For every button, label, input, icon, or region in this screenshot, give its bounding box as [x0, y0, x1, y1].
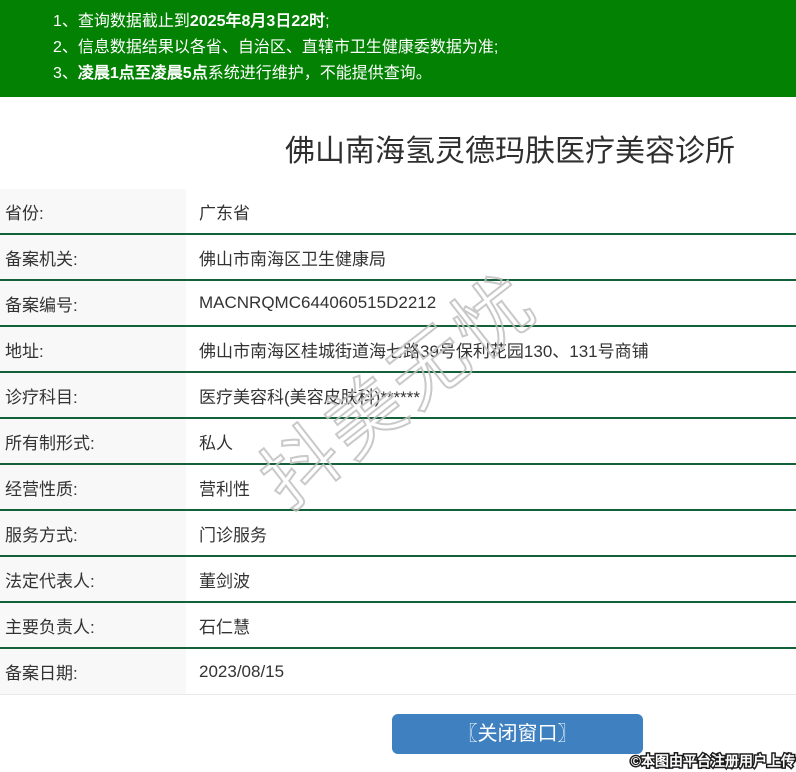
actions-bar: 〖关闭窗口〗	[0, 714, 796, 754]
notice-line-1: 1、查询数据截止到2025年8月3日22时;	[53, 9, 786, 35]
copyright-stamp: ©本图由平台注册用户上传	[631, 751, 795, 771]
row-label: 服务方式:	[0, 511, 186, 555]
notice-text: ;	[325, 13, 329, 30]
record-info-table: 省份: 广东省 备案机关: 佛山市南海区卫生健康局 备案编号: MACNRQMC…	[0, 189, 796, 695]
row-value: 私人	[186, 429, 796, 454]
page-title: 佛山南海氢灵德玛肤医疗美容诊所	[0, 97, 796, 169]
row-label: 地址:	[0, 327, 186, 371]
table-row-ownership: 所有制形式: 私人	[0, 419, 796, 465]
table-row-filing-number: 备案编号: MACNRQMC644060515D2212	[0, 281, 796, 327]
table-row-departments: 诊疗科目: 医疗美容科(美容皮肤科)******	[0, 373, 796, 419]
notice-text-bold: 2025年8月3日22时	[190, 13, 325, 30]
record-lookup-page: 1、查询数据截止到2025年8月3日22时; 2、信息数据结果以各省、自治区、直…	[0, 0, 796, 772]
row-value: MACNRQMC644060515D2212	[186, 293, 796, 313]
row-value: 佛山市南海区桂城街道海七路39号保利花园130、131号商铺	[186, 337, 796, 362]
notice-banner: 1、查询数据截止到2025年8月3日22时; 2、信息数据结果以各省、自治区、直…	[0, 0, 796, 97]
notice-line-3: 3、凌晨1点至凌晨5点系统进行维护，不能提供查询。	[53, 61, 786, 87]
row-label: 省份:	[0, 189, 186, 233]
notice-text: 查询数据截止到	[78, 13, 190, 30]
close-window-button[interactable]: 〖关闭窗口〗	[392, 714, 643, 754]
row-label: 备案机关:	[0, 235, 186, 279]
notice-number: 2、	[53, 39, 78, 56]
row-value: 董剑波	[186, 567, 796, 592]
row-label: 所有制形式:	[0, 419, 186, 463]
row-label: 备案编号:	[0, 281, 186, 325]
notice-line-2: 2、信息数据结果以各省、自治区、直辖市卫生健康委数据为准;	[53, 35, 786, 61]
row-label: 法定代表人:	[0, 557, 186, 601]
notice-text: 信息数据结果以各省、自治区、直辖市卫生健康委数据为准;	[78, 39, 498, 56]
table-row-business-nature: 经营性质: 营利性	[0, 465, 796, 511]
row-value: 门诊服务	[186, 521, 796, 546]
row-label: 主要负责人:	[0, 603, 186, 647]
table-row-filing-authority: 备案机关: 佛山市南海区卫生健康局	[0, 235, 796, 281]
row-label: 经营性质:	[0, 465, 186, 509]
row-label: 诊疗科目:	[0, 373, 186, 417]
table-row-province: 省份: 广东省	[0, 189, 796, 235]
table-row-service-mode: 服务方式: 门诊服务	[0, 511, 796, 557]
notice-text-bold: 凌晨1点至凌晨5点	[78, 65, 208, 82]
row-label: 备案日期:	[0, 649, 186, 694]
table-row-legal-representative: 法定代表人: 董剑波	[0, 557, 796, 603]
notice-number: 3、	[53, 65, 78, 82]
table-row-filing-date: 备案日期: 2023/08/15	[0, 649, 796, 695]
row-value: 广东省	[186, 199, 796, 224]
row-value: 佛山市南海区卫生健康局	[186, 245, 796, 270]
row-value: 2023/08/15	[186, 662, 796, 682]
row-value: 营利性	[186, 475, 796, 500]
row-value: 石仁慧	[186, 613, 796, 638]
notice-number: 1、	[53, 13, 78, 30]
row-value: 医疗美容科(美容皮肤科)******	[186, 383, 796, 408]
notice-text: 系统进行维护，不能提供查询。	[208, 65, 432, 82]
table-row-person-in-charge: 主要负责人: 石仁慧	[0, 603, 796, 649]
table-row-address: 地址: 佛山市南海区桂城街道海七路39号保利花园130、131号商铺	[0, 327, 796, 373]
